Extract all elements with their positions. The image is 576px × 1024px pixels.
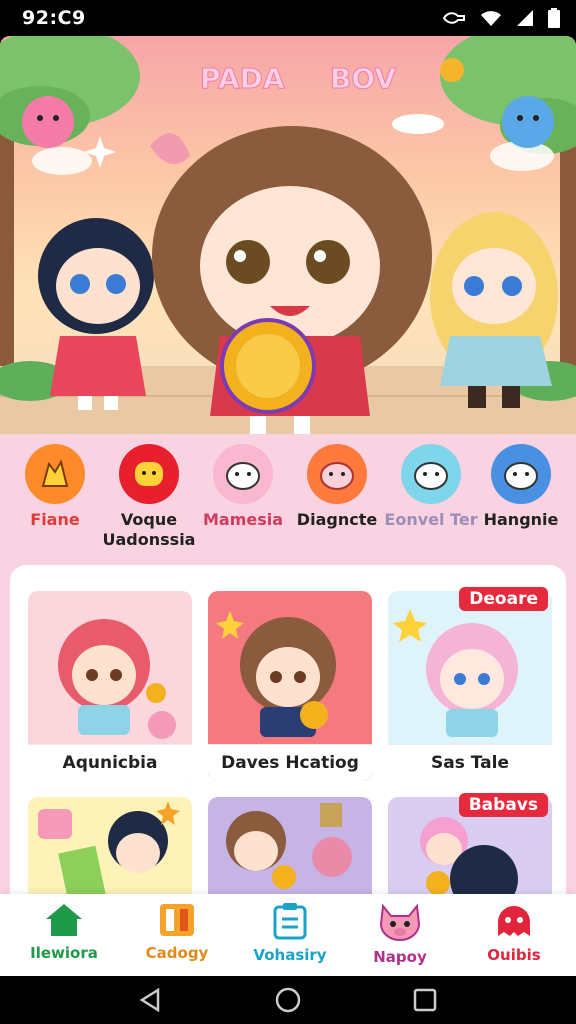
tab-home-label: Ilewiora [30, 944, 98, 962]
hero-banner[interactable]: PADA BOV [0, 36, 576, 434]
card-title-2: Daves Hcatiog [208, 745, 372, 781]
category-item-6[interactable]: Hangnie [474, 442, 568, 529]
category-label-5: Eonvel Ter [384, 510, 478, 529]
card-badge-3: Deoare [459, 587, 548, 611]
category-item-2[interactable]: Voque Uadonssia [102, 442, 196, 550]
bottom-tab-bar: Ilewiora Cadogy Vohasiry Napoy Ouibis [0, 894, 576, 976]
card-title-3: Sas Tale [388, 745, 552, 781]
tab-category-label: Cadogy [145, 944, 209, 962]
card-badge-6: Babavs [458, 793, 548, 817]
battery-icon [548, 8, 560, 28]
tab-history[interactable]: Vohasiry [240, 902, 340, 964]
category-icon-5 [401, 444, 461, 504]
category-label-2: Voque Uadonssia [102, 510, 196, 550]
category-row: Fiane Voque Uadonssia Mamesia Diagncte Eo… [0, 442, 576, 552]
tab-profile[interactable]: Ouibis [464, 902, 564, 964]
category-icon-1 [25, 444, 85, 504]
category-item-5[interactable]: Eonvel Ter [384, 442, 478, 529]
category-item-1[interactable]: Fiane [8, 442, 102, 529]
clipboard-icon [273, 903, 307, 940]
category-label-2-line-2: Uadonssia [102, 530, 196, 549]
story-card-1[interactable]: Aqunicbia [28, 591, 192, 781]
ghost-icon [498, 906, 530, 936]
signal-icon [517, 10, 533, 26]
back-icon[interactable] [138, 987, 164, 1013]
category-label-6: Hangnie [483, 510, 559, 529]
tab-history-label: Vohasiry [253, 946, 327, 964]
category-item-4[interactable]: Diagncte [290, 442, 384, 529]
tab-category[interactable]: Cadogy [127, 902, 227, 962]
story-card-3[interactable]: Deoare Sas Tale [388, 587, 552, 781]
status-bar: 92:C9 [0, 0, 576, 36]
hero-illustration [0, 36, 576, 434]
card-title-1: Aqunicbia [28, 745, 192, 781]
system-nav-bar [0, 976, 576, 1024]
category-label-1: Fiane [30, 510, 80, 529]
hero-title-left: PADA [200, 62, 286, 96]
category-icon-6 [491, 444, 551, 504]
category-icon-3 [213, 444, 273, 504]
book-icon [160, 904, 194, 936]
app-screen: PADA BOV Fiane Voque Uadonssia Mamesia Di… [0, 36, 576, 976]
recents-icon[interactable] [412, 987, 438, 1013]
category-item-3[interactable]: Mamesia [196, 442, 290, 529]
hero-title-right: BOV [329, 62, 397, 96]
category-label-2-line-1: Voque [120, 510, 178, 529]
pig-face-icon [379, 903, 421, 941]
tab-home[interactable]: Ilewiora [14, 902, 114, 962]
tab-profile-label: Ouibis [487, 946, 541, 964]
tab-favorites[interactable]: Napoy [350, 902, 450, 966]
category-label-4: Diagncte [296, 510, 378, 529]
wifi-icon [481, 11, 501, 26]
content-panel: Fiane Voque Uadonssia Mamesia Diagncte Eo… [0, 434, 576, 976]
status-time: 92:C9 [22, 7, 86, 29]
home-icon [46, 904, 82, 936]
tab-favorites-label: Napoy [373, 948, 427, 966]
category-icon-2 [119, 444, 179, 504]
home-circle-icon[interactable] [274, 986, 302, 1014]
story-card-2[interactable]: Daves Hcatiog [208, 591, 372, 781]
category-label-3: Mamesia [202, 510, 284, 529]
status-icons [442, 8, 560, 28]
category-icon-4 [307, 444, 367, 504]
vpn-key-icon [442, 12, 465, 24]
